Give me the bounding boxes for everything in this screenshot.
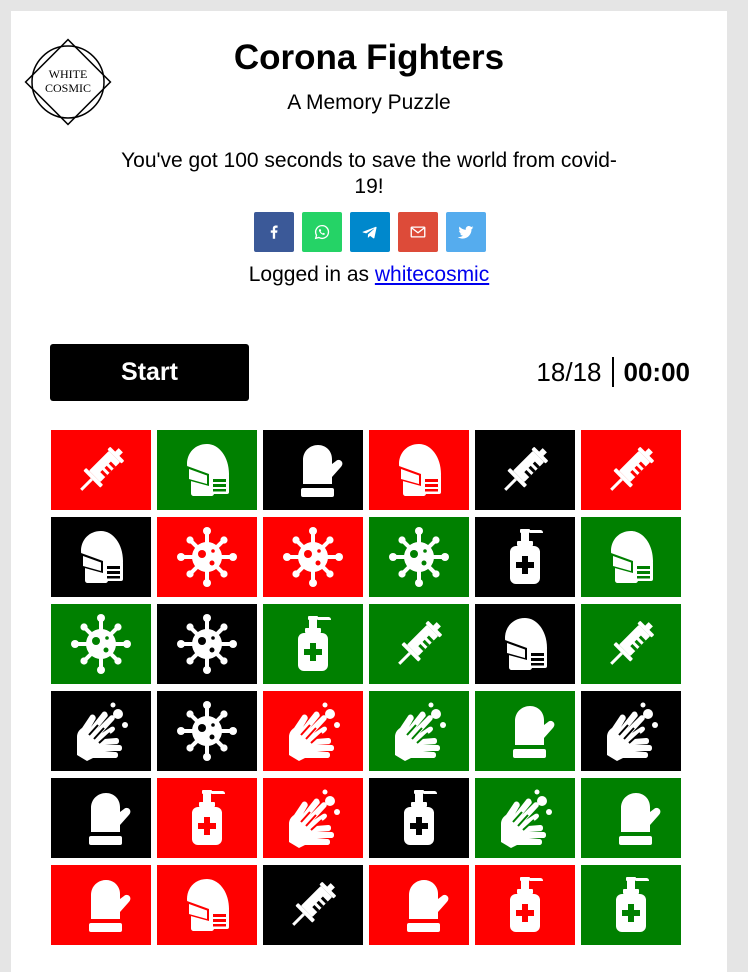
sanitizer-icon <box>510 529 543 584</box>
share-whatsapp-button[interactable] <box>302 212 342 252</box>
memory-card-r1c6[interactable] <box>581 430 681 510</box>
username-link[interactable]: whitecosmic <box>375 263 489 286</box>
memory-card-r5c5[interactable] <box>475 778 575 858</box>
glove-icon <box>619 793 661 845</box>
syringe-icon <box>610 621 654 665</box>
memory-card-r6c4[interactable] <box>369 865 469 945</box>
glove-icon <box>89 880 131 932</box>
mask-icon <box>81 531 123 583</box>
memory-card-r2c2[interactable] <box>157 517 257 597</box>
glove-icon <box>407 880 449 932</box>
sanitizer-icon <box>616 877 649 932</box>
memory-card-r2c5[interactable] <box>475 517 575 597</box>
glove-icon <box>301 445 343 497</box>
share-buttons <box>254 212 486 252</box>
virus-icon <box>283 527 343 587</box>
memory-card-r5c6[interactable] <box>581 778 681 858</box>
telegram-icon <box>362 226 377 239</box>
syringe-icon <box>292 882 336 926</box>
page-subtitle: A Memory Puzzle <box>287 91 451 114</box>
memory-card-r2c6[interactable] <box>581 517 681 597</box>
memory-card-r4c1[interactable] <box>51 691 151 771</box>
memory-card-r5c3[interactable] <box>263 778 363 858</box>
memory-card-r3c6[interactable] <box>581 604 681 684</box>
syringe-icon <box>610 447 654 491</box>
memory-card-grid <box>51 430 681 945</box>
mask-icon <box>505 618 547 670</box>
whatsapp-icon <box>314 224 330 240</box>
handwash-icon <box>289 702 340 761</box>
memory-card-r4c3[interactable] <box>263 691 363 771</box>
memory-card-r1c5[interactable] <box>475 430 575 510</box>
syringe-icon <box>398 621 442 665</box>
mask-icon <box>611 531 653 583</box>
mask-icon <box>399 444 441 496</box>
mask-icon <box>187 444 229 496</box>
glove-icon <box>513 706 555 758</box>
virus-icon <box>177 614 237 674</box>
memory-card-r6c1[interactable] <box>51 865 151 945</box>
memory-card-r2c3[interactable] <box>263 517 363 597</box>
memory-card-r1c2[interactable] <box>157 430 257 510</box>
game-description: You've got 100 seconds to save the world… <box>121 149 617 198</box>
handwash-icon <box>289 789 340 848</box>
start-button[interactable]: Start <box>50 344 249 401</box>
countdown-timer: 00:00 <box>623 356 691 387</box>
memory-card-r3c1[interactable] <box>51 604 151 684</box>
sanitizer-icon <box>192 790 225 845</box>
twitter-icon <box>457 225 474 239</box>
status-divider <box>611 357 614 387</box>
memory-card-r6c5[interactable] <box>475 865 575 945</box>
handwash-icon <box>77 702 128 761</box>
memory-card-r1c1[interactable] <box>51 430 151 510</box>
facebook-icon <box>270 225 278 239</box>
syringe-icon <box>504 447 548 491</box>
virus-icon <box>389 527 449 587</box>
share-email-button[interactable] <box>398 212 438 252</box>
sanitizer-icon <box>510 877 543 932</box>
page-title: Corona Fighters <box>233 38 505 77</box>
pairs-remaining: 18/18 <box>536 356 602 387</box>
memory-card-r3c2[interactable] <box>157 604 257 684</box>
handwash-icon <box>607 702 658 761</box>
memory-card-r1c4[interactable] <box>369 430 469 510</box>
virus-icon <box>177 701 237 761</box>
memory-card-r4c4[interactable] <box>369 691 469 771</box>
memory-card-r5c2[interactable] <box>157 778 257 858</box>
memory-card-r4c2[interactable] <box>157 691 257 771</box>
handwash-icon <box>395 702 446 761</box>
email-icon <box>410 226 426 238</box>
game-status: 18/18 00:00 <box>536 354 690 390</box>
memory-card-r3c5[interactable] <box>475 604 575 684</box>
syringe-icon <box>80 447 124 491</box>
memory-card-r1c3[interactable] <box>263 430 363 510</box>
mask-icon <box>187 879 229 931</box>
sanitizer-icon <box>298 616 331 671</box>
memory-card-r2c4[interactable] <box>369 517 469 597</box>
memory-card-r4c5[interactable] <box>475 691 575 771</box>
share-twitter-button[interactable] <box>446 212 486 252</box>
virus-icon <box>71 614 131 674</box>
memory-card-r5c4[interactable] <box>369 778 469 858</box>
memory-card-r3c3[interactable] <box>263 604 363 684</box>
glove-icon <box>89 793 131 845</box>
memory-card-r4c6[interactable] <box>581 691 681 771</box>
page: WHITE COSMIC Corona Fighters A Memory Pu… <box>11 11 727 972</box>
memory-card-r6c6[interactable] <box>581 865 681 945</box>
memory-card-r6c2[interactable] <box>157 865 257 945</box>
login-status: Logged in as whitecosmic <box>11 262 727 288</box>
handwash-icon <box>501 789 552 848</box>
login-prefix: Logged in as <box>248 263 375 286</box>
share-facebook-button[interactable] <box>254 212 294 252</box>
virus-icon <box>177 527 237 587</box>
memory-card-r2c1[interactable] <box>51 517 151 597</box>
memory-card-r5c1[interactable] <box>51 778 151 858</box>
sanitizer-icon <box>404 790 437 845</box>
memory-card-r3c4[interactable] <box>369 604 469 684</box>
share-telegram-button[interactable] <box>350 212 390 252</box>
memory-card-r6c3[interactable] <box>263 865 363 945</box>
